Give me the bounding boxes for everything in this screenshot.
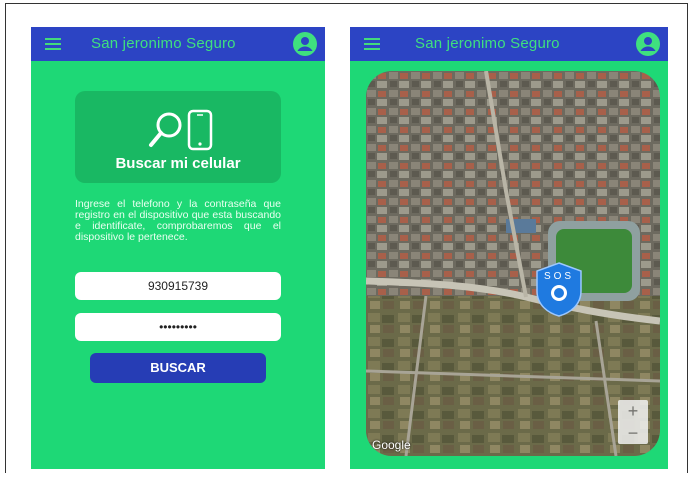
phone-icon (187, 109, 213, 151)
app-title: San jeronimo Seguro (91, 35, 236, 52)
zoom-in-button[interactable]: + (618, 400, 648, 422)
instructions-text: Ingrese el telefono y la contraseña que … (75, 198, 281, 243)
find-phone-card: Buscar mi celular (75, 91, 281, 183)
zoom-out-button[interactable]: − (618, 422, 648, 444)
app-title: San jeronimo Seguro (415, 35, 560, 52)
account-circle-icon[interactable] (636, 32, 660, 56)
app-bar: San jeronimo Seguro (350, 27, 668, 61)
map-phone-screen: San jeronimo Seguro SOS + − Google (350, 27, 668, 469)
password-input[interactable] (75, 313, 281, 341)
satellite-imagery (366, 71, 660, 456)
account-circle-icon[interactable] (293, 32, 317, 56)
app-bar: San jeronimo Seguro (31, 27, 325, 61)
zoom-controls: + − (618, 400, 648, 444)
google-attribution: Google (372, 438, 411, 452)
search-phone-icons (149, 109, 213, 151)
hamburger-menu-icon[interactable] (364, 38, 380, 50)
hamburger-menu-icon[interactable] (45, 38, 61, 50)
search-button[interactable]: BUSCAR (90, 353, 266, 383)
sos-marker-icon[interactable]: SOS (534, 261, 584, 317)
sos-marker-label: SOS (544, 271, 574, 282)
search-phone-screen: San jeronimo Seguro Buscar mi celular In… (31, 27, 325, 469)
satellite-map[interactable]: SOS + − Google (366, 71, 660, 456)
phone-number-input[interactable] (75, 272, 281, 300)
card-title: Buscar mi celular (115, 155, 241, 172)
search-icon (149, 112, 182, 147)
